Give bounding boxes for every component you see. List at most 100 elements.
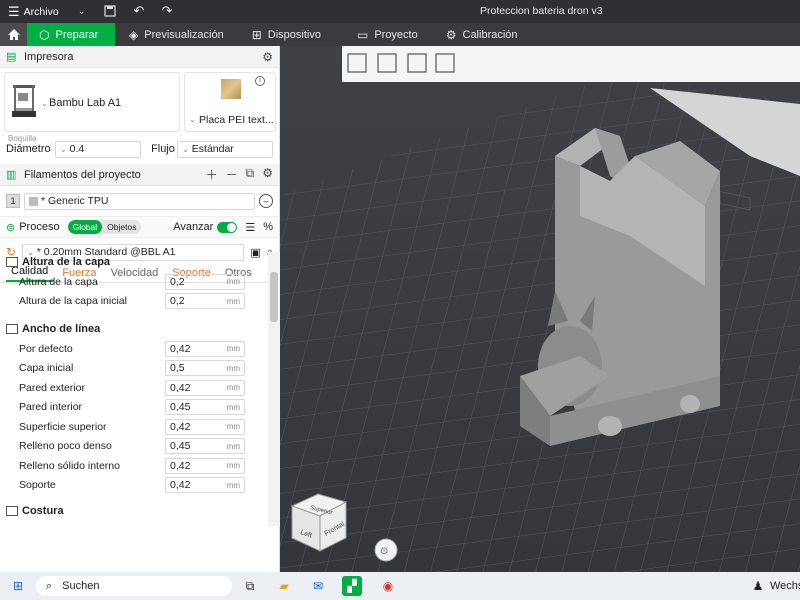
param-input[interactable]: 0,45 mm bbox=[165, 438, 245, 455]
advanced-label: Avanzar bbox=[173, 221, 214, 233]
tray-app-icon[interactable]: ♟ bbox=[748, 576, 768, 596]
param-row: Soporte 0,42 mm bbox=[0, 476, 268, 496]
param-unit: mm bbox=[226, 296, 240, 306]
project-icon: ▭ bbox=[356, 27, 369, 42]
chevron-down-icon[interactable]: ⌄ bbox=[71, 1, 93, 23]
tab-calibration[interactable]: ⚙ Calibración bbox=[432, 23, 532, 46]
file-explorer-icon[interactable]: ▰ bbox=[274, 576, 294, 596]
param-value: 0,42 bbox=[170, 459, 191, 472]
title-bar: ☰ Archivo ⌄ ↶ ↷ Proteccion bateria dron … bbox=[0, 0, 800, 23]
param-label: Relleno poco denso bbox=[19, 440, 112, 453]
printer-section-title: Impresora bbox=[24, 50, 74, 63]
group-title: Costura bbox=[22, 505, 64, 517]
layer-height-icon bbox=[6, 257, 18, 267]
device-icon: ⊞ bbox=[251, 27, 262, 42]
seam-icon bbox=[6, 506, 18, 516]
fit-view-icon: ⊙ bbox=[380, 546, 388, 557]
param-input[interactable]: 0,5 mm bbox=[165, 360, 245, 377]
info-icon[interactable]: i bbox=[255, 76, 265, 86]
group-line-width: Ancho de línea bbox=[0, 319, 268, 339]
3d-viewport[interactable]: Superior Left Frontal ⊙ bbox=[280, 46, 800, 572]
param-input[interactable]: 0,42 mm bbox=[165, 379, 245, 396]
scrollbar-thumb[interactable] bbox=[270, 272, 278, 322]
seg-global[interactable]: Global bbox=[67, 220, 103, 234]
group-layer-height: Altura de la capa bbox=[0, 252, 268, 272]
flow-label: Flujo bbox=[151, 143, 175, 155]
param-input[interactable]: 0,42 mm bbox=[165, 340, 245, 357]
search-label: Suchen bbox=[62, 580, 100, 592]
flow-value: Estándar bbox=[191, 143, 234, 155]
search-icon: ⌕ bbox=[46, 579, 53, 592]
group-title: Altura de la capa bbox=[22, 256, 111, 268]
tab-preview-label: Previsualización bbox=[144, 28, 224, 41]
filament-settings-icon[interactable]: ⚙ bbox=[262, 166, 273, 183]
param-label: Relleno sólido interno bbox=[19, 459, 120, 472]
remove-filament-icon[interactable]: － bbox=[226, 166, 238, 183]
seg-objects[interactable]: Objetos bbox=[102, 220, 141, 234]
param-value: 0,45 bbox=[170, 440, 191, 453]
nozzle-caption: Boquilla bbox=[8, 134, 37, 143]
list-icon[interactable]: ☰ bbox=[245, 221, 255, 234]
param-unit: mm bbox=[226, 402, 240, 412]
percent-icon[interactable]: % bbox=[263, 221, 273, 233]
param-unit: mm bbox=[226, 363, 240, 373]
plate-selector[interactable]: i ⌄ Placa PEI text... bbox=[184, 72, 276, 132]
diameter-value: 0.4 bbox=[69, 143, 85, 155]
param-input[interactable]: 0,2 mm bbox=[165, 273, 245, 290]
tab-prepare-label: Preparar bbox=[55, 28, 99, 41]
outlook-icon[interactable]: ✉ bbox=[308, 576, 328, 596]
param-input[interactable]: 0,42 mm bbox=[165, 457, 245, 474]
param-value: 0,45 bbox=[170, 401, 191, 414]
file-menu[interactable]: ☰ Archivo ⌄ bbox=[0, 1, 93, 23]
tray-text: Wechs bbox=[770, 580, 800, 592]
param-row: Altura de la capa inicial 0,2 mm bbox=[0, 292, 268, 312]
param-value: 0,42 bbox=[170, 381, 191, 394]
tab-prepare[interactable]: ⬡ Preparar bbox=[27, 23, 115, 46]
params-scrollbar[interactable] bbox=[268, 252, 280, 526]
param-label: Superficie superior bbox=[19, 420, 107, 433]
diameter-select[interactable]: ⌄ 0.4 bbox=[54, 140, 142, 158]
param-row: Relleno sólido interno 0,42 mm bbox=[0, 456, 268, 476]
param-input[interactable]: 0,45 mm bbox=[165, 399, 245, 416]
save-icon[interactable] bbox=[99, 0, 121, 22]
task-view-icon[interactable]: ⧉ bbox=[240, 576, 260, 596]
param-value: 0,2 bbox=[170, 275, 185, 288]
redo-icon[interactable]: ↷ bbox=[156, 0, 178, 22]
chevron-down-icon: ⌄ bbox=[59, 144, 67, 154]
taskbar-search[interactable]: ⌕ Suchen bbox=[36, 576, 232, 596]
chevron-down-icon: ⌄ bbox=[41, 99, 48, 108]
param-unit: mm bbox=[226, 277, 240, 287]
param-input[interactable]: 0,2 mm bbox=[165, 293, 245, 310]
param-input[interactable]: 0,42 mm bbox=[165, 418, 245, 435]
param-input[interactable]: 0,42 mm bbox=[165, 477, 245, 494]
param-label: Altura de la capa inicial bbox=[19, 295, 127, 308]
tab-project[interactable]: ▭ Proyecto bbox=[343, 23, 432, 46]
bambu-studio-icon[interactable]: ▞ bbox=[342, 576, 362, 596]
cube-icon: ⬡ bbox=[39, 27, 50, 42]
flow-select[interactable]: ⌄ Estándar bbox=[177, 140, 273, 158]
filament-color-swatch bbox=[29, 196, 38, 206]
param-unit: mm bbox=[226, 441, 240, 451]
windows-start-icon[interactable]: ⊞ bbox=[8, 576, 28, 596]
param-unit: mm bbox=[226, 461, 240, 471]
filaments-section-header: ▥ Filamentos del proyecto ＋ － ⧉ ⚙ bbox=[0, 164, 279, 186]
add-filament-icon[interactable]: ＋ bbox=[206, 166, 218, 183]
param-value: 0,42 bbox=[170, 342, 191, 355]
plate-swatch bbox=[221, 79, 241, 99]
tab-device[interactable]: ⊞ Dispositivo bbox=[238, 23, 335, 46]
advanced-toggle[interactable] bbox=[217, 221, 238, 233]
filament-edit-icon[interactable]: – bbox=[259, 194, 273, 208]
filament-name: * Generic TPU bbox=[41, 195, 109, 207]
chrome-icon[interactable]: ◉ bbox=[378, 576, 398, 596]
hamburger-icon: ☰ bbox=[8, 3, 20, 19]
param-label: Por defecto bbox=[19, 342, 73, 355]
global-objects-switch[interactable]: Global Objetos bbox=[67, 220, 142, 234]
printer-settings-icon[interactable]: ⚙ bbox=[262, 50, 273, 64]
home-button[interactable] bbox=[0, 23, 27, 46]
process-label: Proceso bbox=[19, 221, 60, 233]
sync-filament-icon[interactable]: ⧉ bbox=[246, 166, 255, 183]
undo-icon[interactable]: ↶ bbox=[128, 0, 150, 22]
tab-preview[interactable]: ◈ Previsualización bbox=[115, 23, 238, 46]
filament-select[interactable]: * Generic TPU bbox=[24, 192, 255, 210]
printer-selector[interactable]: ⌄ Bambu Lab A1 bbox=[4, 72, 180, 132]
